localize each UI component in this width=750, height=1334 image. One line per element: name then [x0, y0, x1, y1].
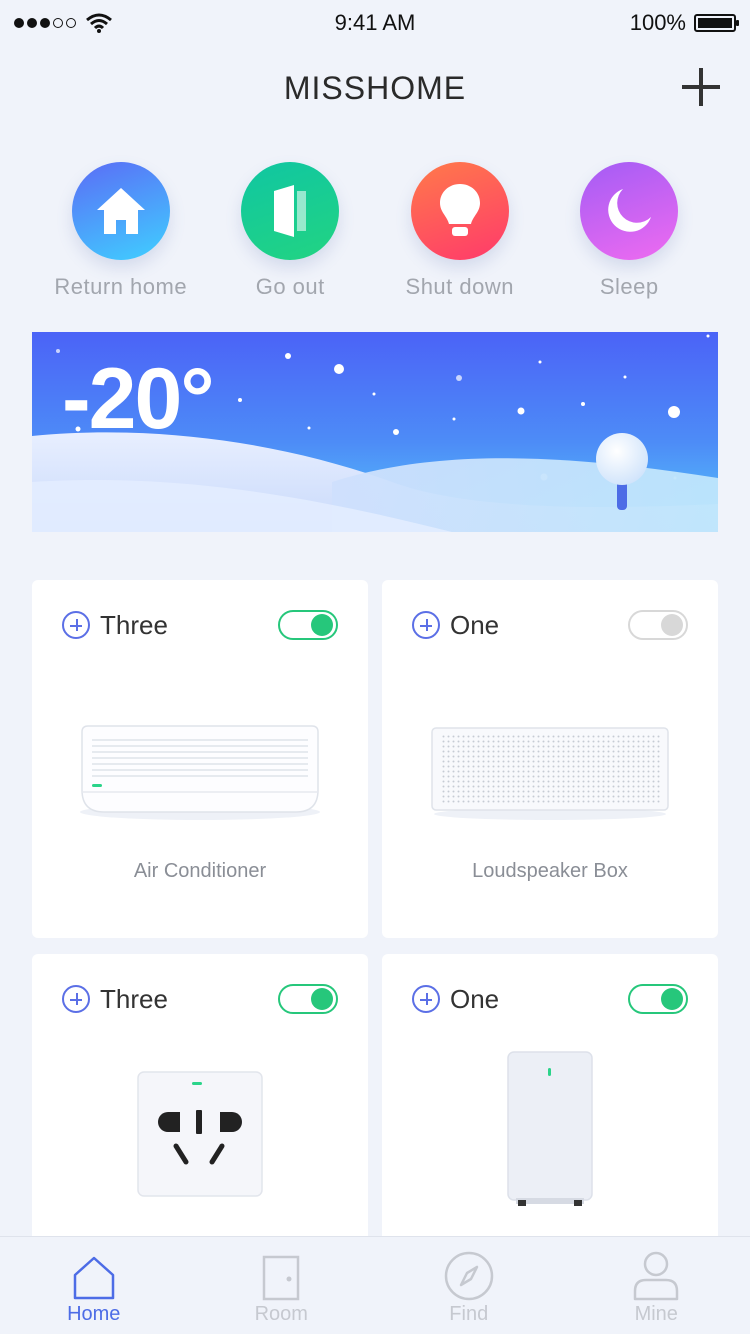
battery-icon [694, 14, 739, 32]
scene-go-out[interactable]: Go out [206, 162, 376, 312]
scene-label: Shut down [405, 274, 514, 299]
scene-circle[interactable] [580, 162, 679, 260]
scene-sleep[interactable]: Sleep [545, 162, 715, 312]
add-circle-icon[interactable] [62, 611, 90, 639]
speaker-icon [431, 727, 669, 820]
room-selector[interactable]: Three [62, 984, 168, 1015]
add-circle-icon[interactable] [412, 985, 440, 1013]
door-outline-icon [263, 1255, 300, 1301]
room-name: One [450, 609, 500, 640]
power-toggle[interactable] [628, 984, 688, 1014]
battery-percent: 100% [629, 10, 686, 35]
room-name: One [450, 983, 500, 1014]
tab-label: Room [254, 1303, 308, 1325]
router-icon [507, 1051, 593, 1206]
power-toggle[interactable] [628, 610, 688, 640]
scene-shut-down[interactable]: Shut down [375, 162, 545, 312]
door-icon [274, 185, 307, 237]
room-selector[interactable]: Three [62, 610, 168, 641]
temperature: -20° [62, 351, 215, 447]
moon-icon [608, 189, 652, 232]
status-right: 100% [629, 10, 739, 36]
device-card[interactable]: One Loudspeaker Box [382, 580, 718, 938]
card-header: One [412, 984, 688, 1014]
compass-icon [444, 1251, 493, 1301]
scene-label: Go out [255, 274, 325, 299]
room-name: Three [100, 609, 168, 640]
air-conditioner-icon [80, 725, 320, 820]
scene-circle[interactable] [241, 162, 340, 260]
scene-return-home[interactable]: Return home [36, 162, 206, 312]
wifi-icon [86, 13, 112, 33]
card-header: One [412, 610, 688, 640]
card-header: Three [62, 984, 338, 1014]
scene-circle[interactable] [71, 162, 170, 260]
device-card[interactable]: Three Air Conditioner [32, 580, 368, 938]
status-left [14, 13, 112, 33]
device-card[interactable]: Three [32, 954, 368, 1254]
scene-label: Return home [54, 274, 188, 299]
scene-label: Sleep [599, 274, 659, 299]
device-card[interactable]: One [382, 954, 718, 1254]
tab-room[interactable]: Room [211, 1255, 351, 1326]
tab-find[interactable]: Find [399, 1251, 539, 1326]
tab-label: Find [449, 1303, 489, 1325]
nav-bar: MISSHOME [0, 46, 750, 130]
bulb-icon [439, 184, 480, 236]
add-button[interactable] [682, 68, 720, 106]
page-title: MISSHOME [283, 69, 467, 106]
scene-circle[interactable] [410, 162, 509, 260]
room-selector[interactable]: One [412, 984, 499, 1015]
add-circle-icon[interactable] [412, 611, 440, 639]
user-icon [634, 1251, 679, 1301]
room-selector[interactable]: One [412, 610, 499, 641]
home-outline-icon [73, 1256, 114, 1300]
home-icon [96, 188, 145, 234]
tab-home[interactable]: Home [24, 1255, 164, 1326]
tab-label: Mine [634, 1303, 678, 1325]
weather-banner[interactable]: -20° [32, 332, 718, 532]
power-toggle[interactable] [278, 610, 338, 640]
device-name: Air Conditioner [133, 860, 267, 882]
card-header: Three [62, 610, 338, 640]
add-circle-icon[interactable] [62, 985, 90, 1013]
device-name: Loudspeaker Box [472, 860, 628, 882]
socket-icon [137, 1071, 263, 1197]
signal-icon [14, 18, 76, 28]
room-name: Three [100, 983, 168, 1014]
power-toggle[interactable] [278, 984, 338, 1014]
status-bar: 9:41 AM 100% [0, 0, 750, 46]
scene-shortcuts: Return home Go out Shut down Sleep [36, 162, 714, 312]
tab-mine[interactable]: Mine [586, 1251, 726, 1326]
tab-label: Home [67, 1303, 121, 1325]
tab-bar: Home Room Find Mine [0, 1236, 750, 1334]
